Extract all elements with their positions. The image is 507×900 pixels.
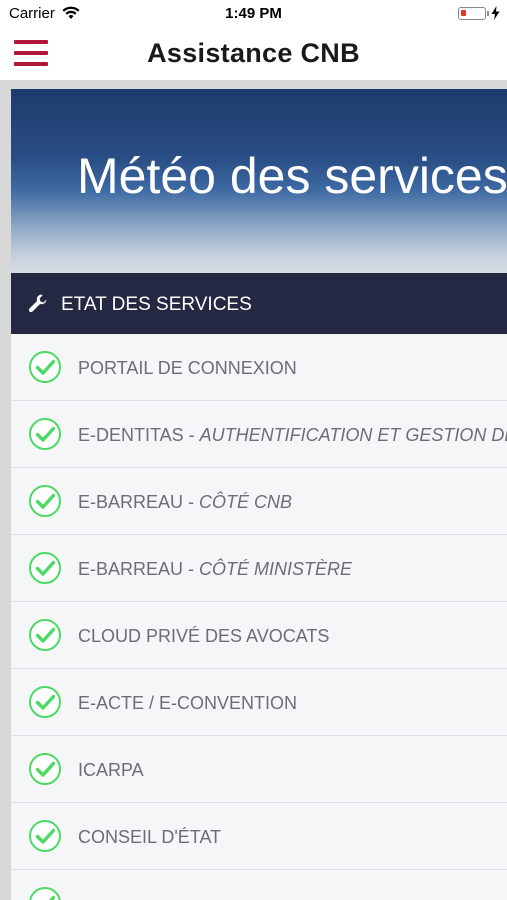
service-name: ICARPA [78,760,144,780]
nav-bar: Assistance CNB [0,28,507,80]
service-subtitle: CÔTÉ MINISTÈRE [199,559,353,579]
section-label: ETAT DES SERVICES [61,294,252,315]
service-label: E-BARREAU - CÔTÉ CNB [78,492,292,513]
check-circle-icon [29,887,61,900]
service-name: E-BARREAU [78,492,184,512]
service-row[interactable]: E-ACTE / E-CONVENTION [11,669,507,736]
service-label: CONSEIL D'ÉTAT [78,827,221,848]
hero-title: Météo des services [77,148,507,204]
service-label: E-BARREAU - CÔTÉ MINISTÈRE [78,559,352,580]
service-separator: - [183,559,200,579]
service-name: E-ACTE / E-CONVENTION [78,693,298,713]
service-row[interactable]: E-BARREAU - CÔTÉ MINISTÈRE [11,535,507,602]
service-row[interactable]: E-DENTITAS - AUTHENTIFICATION ET GESTION… [11,401,507,468]
check-circle-icon [29,552,61,584]
check-circle-icon [29,619,61,651]
service-name: CONSEIL D'ÉTAT [78,827,222,847]
check-circle-icon [29,686,61,718]
check-circle-icon [29,753,61,785]
service-row[interactable]: CLOUD PRIVÉ DES AVOCATS [11,602,507,669]
status-bar: Carrier 1:49 PM [0,0,507,28]
status-time: 1:49 PM [225,5,282,22]
service-name: E-BARREAU [78,559,184,579]
service-subtitle: CÔTÉ CNB [199,492,293,512]
service-row[interactable]: CONSEIL D'ÉTAT [11,803,507,870]
service-row[interactable]: ICARPA [11,736,507,803]
service-label: E-DENTITAS - AUTHENTIFICATION ET GESTION… [78,425,507,446]
service-label: ICARPA [78,760,144,781]
service-separator: - [183,425,200,445]
service-name: E-DENTITAS [78,425,184,445]
services-card: Météo des services ETAT DES SERVICES POR… [11,89,507,900]
service-name: CLOUD PRIVÉ DES AVOCATS [78,626,330,646]
service-label: E-ACTE / E-CONVENTION [78,693,297,714]
content-frame: Météo des services ETAT DES SERVICES POR… [0,80,507,900]
service-row[interactable]: PORTAIL DE CONNEXION [11,334,507,401]
service-row[interactable]: E-BARREAU - CÔTÉ CNB [11,468,507,535]
check-circle-icon [29,418,61,450]
section-header: ETAT DES SERVICES [11,273,507,334]
service-separator: - [183,492,200,512]
page-title: Assistance CNB [147,38,360,68]
check-circle-icon [29,485,61,517]
battery-cap [487,11,489,16]
battery-icon [458,7,486,20]
service-subtitle: AUTHENTIFICATION ET GESTION DES D [199,425,507,445]
wrench-icon [28,294,47,313]
service-label: CLOUD PRIVÉ DES AVOCATS [78,626,329,647]
check-circle-icon [29,351,61,383]
hero-banner: Météo des services [11,89,507,273]
service-label: PORTAIL DE CONNEXION [78,358,297,379]
check-circle-icon [29,820,61,852]
service-name: PORTAIL DE CONNEXION [78,358,297,378]
services-list: PORTAIL DE CONNEXION E-DENTITAS - AUTHENT… [11,334,507,900]
charging-bolt-icon [491,6,500,20]
service-row[interactable] [11,870,507,900]
